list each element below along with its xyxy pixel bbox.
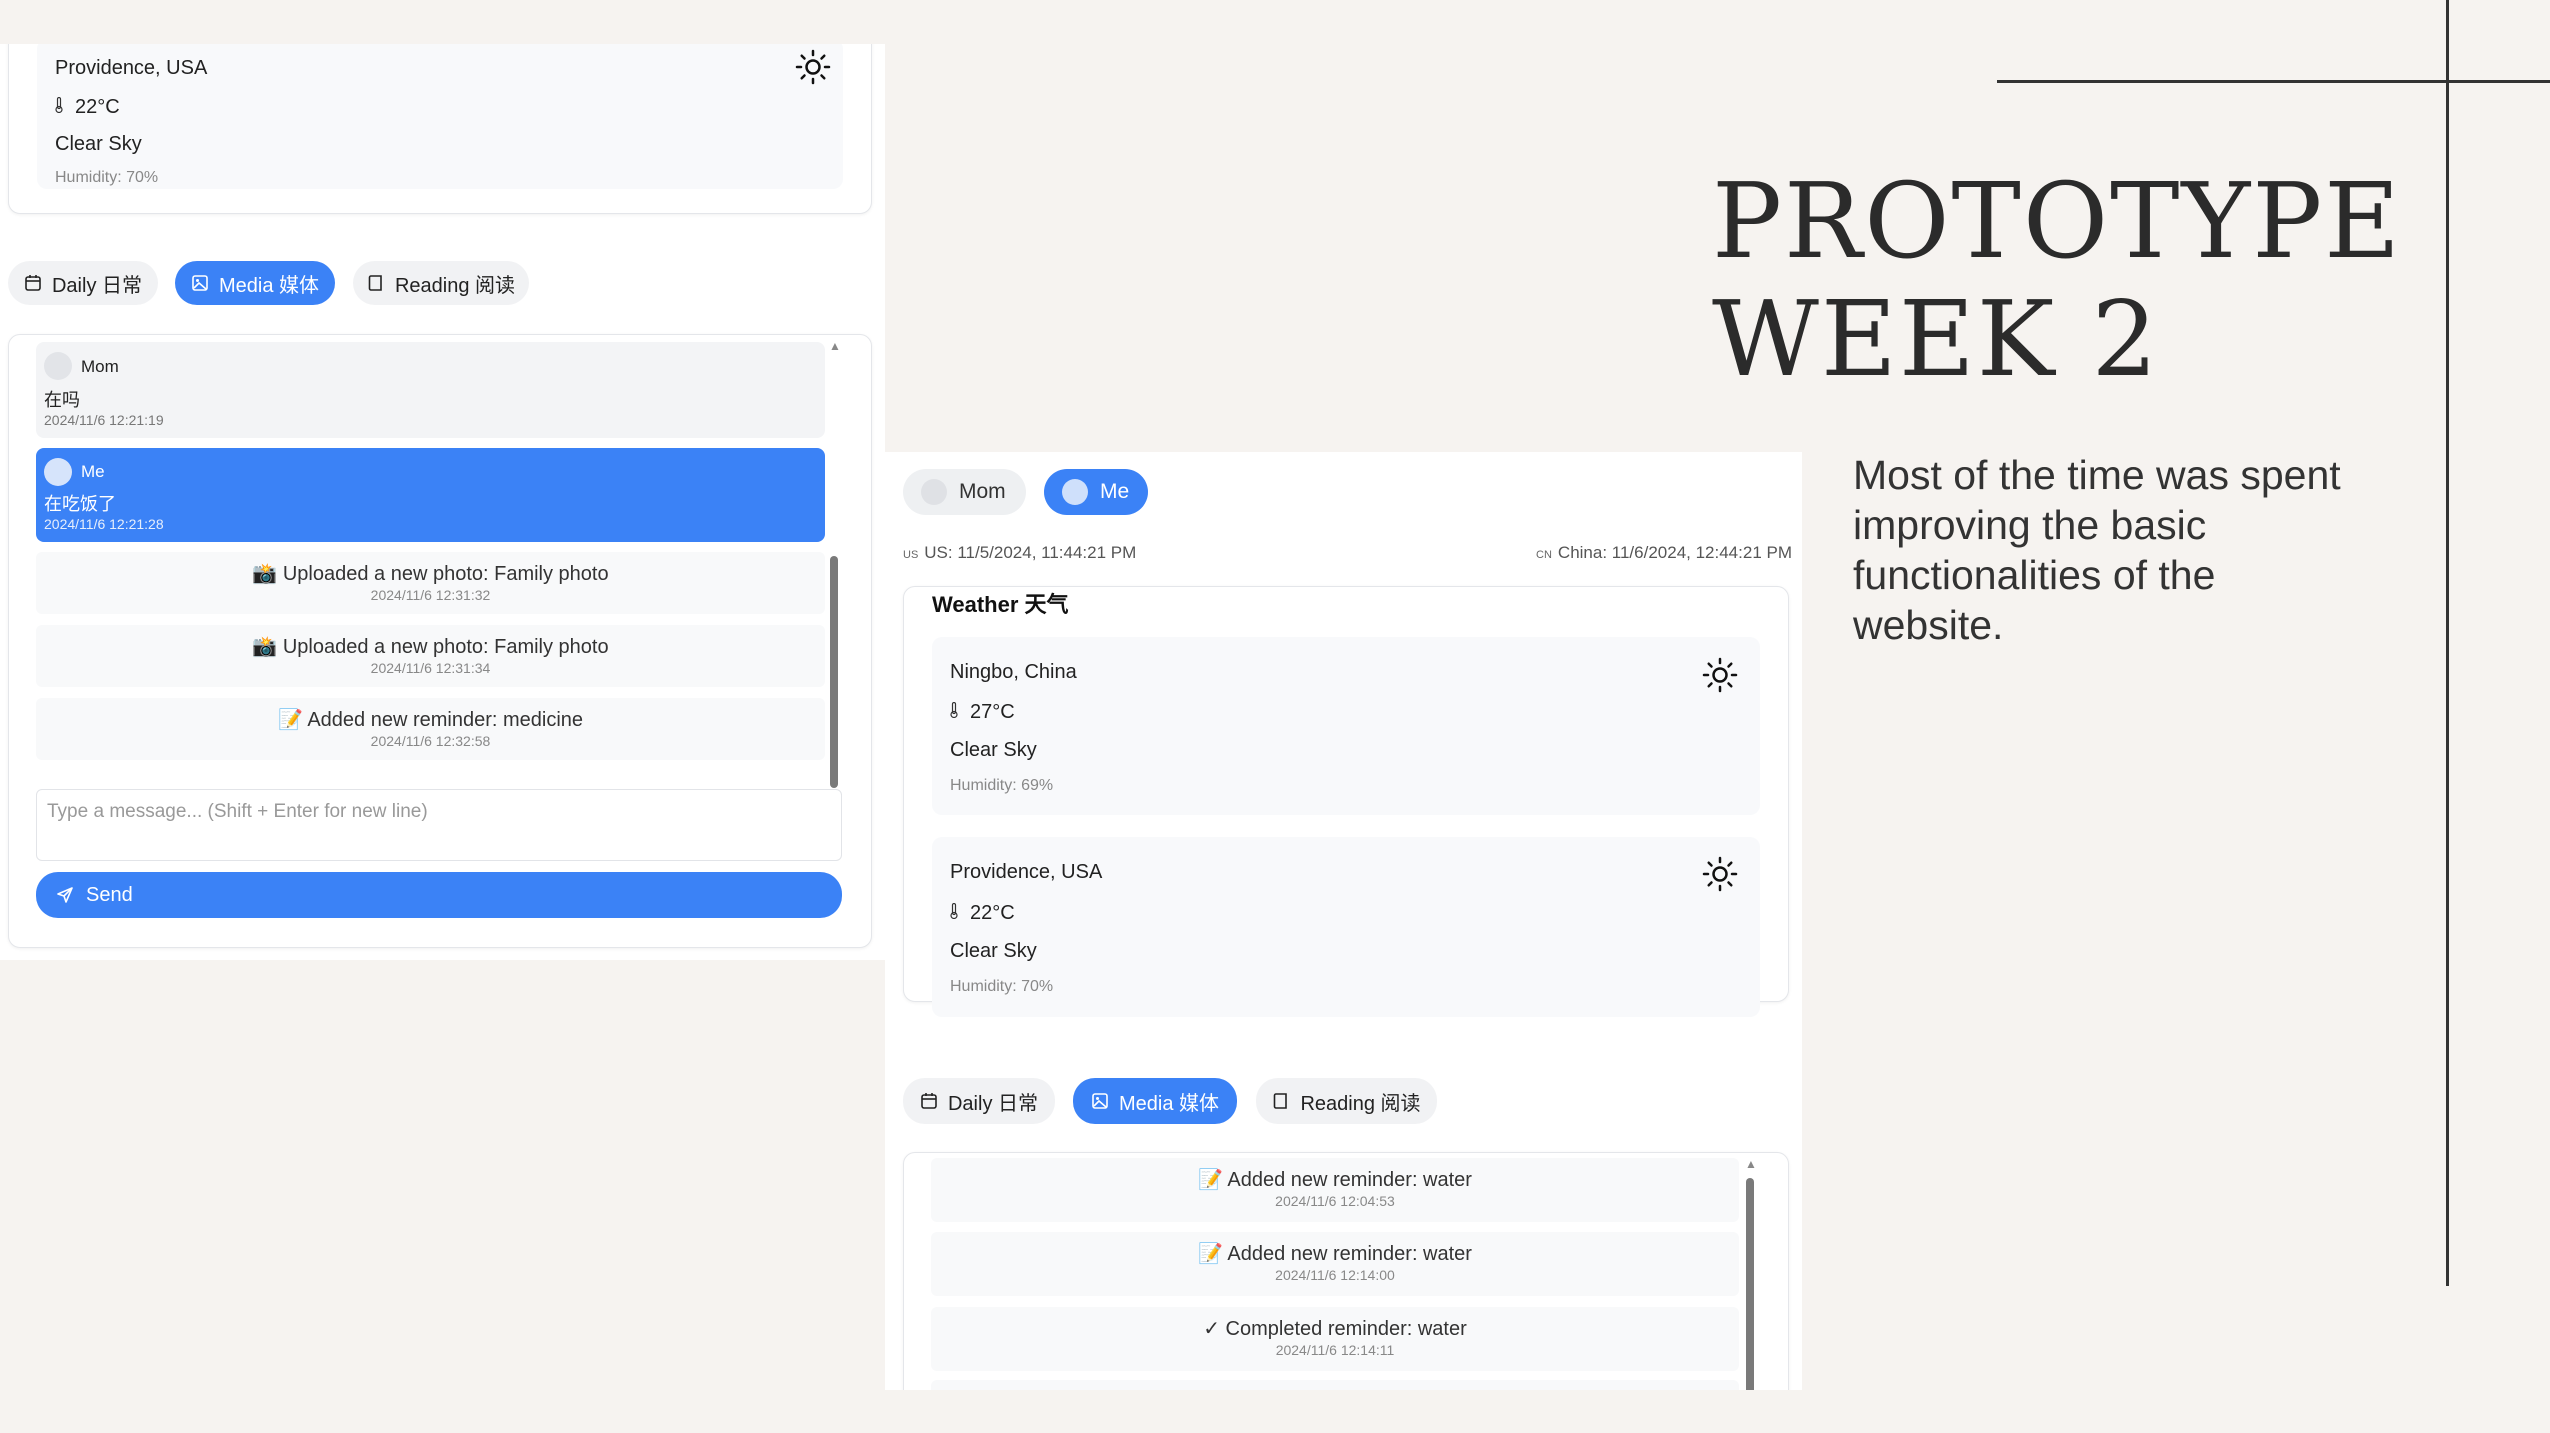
activity-time: 2024/11/6 12:31:32 bbox=[370, 587, 491, 603]
sun-icon bbox=[795, 49, 831, 85]
weather-condition: Clear Sky bbox=[950, 940, 1037, 962]
weather-condition: Clear Sky bbox=[950, 739, 1037, 761]
weather-temp: 22°C bbox=[55, 96, 120, 119]
activity-time: 2024/11/6 12:14:11 bbox=[1275, 1342, 1395, 1358]
weather-temp: 27°C bbox=[950, 701, 1015, 724]
tab-reading[interactable]: Reading 阅读 bbox=[1256, 1078, 1437, 1124]
weather-item: Providence, USA 22°C Clear Sky Humidity:… bbox=[37, 44, 843, 189]
calendar-icon bbox=[25, 275, 41, 291]
slide-body-text: Most of the time was spent improving the… bbox=[1853, 452, 2341, 648]
activity-scrollbar[interactable]: ▲ bbox=[1745, 1158, 1757, 1390]
activity-text: Uploaded a new photo: Family photo bbox=[282, 636, 609, 658]
activity-time: 2024/11/6 12:04:53 bbox=[1275, 1193, 1395, 1209]
thermometer-icon bbox=[55, 97, 63, 113]
memo-icon: 📝 bbox=[1198, 1243, 1223, 1265]
book-icon bbox=[368, 275, 382, 291]
avatar bbox=[1062, 479, 1088, 505]
scroll-thumb[interactable] bbox=[1746, 1178, 1754, 1390]
tab-media[interactable]: Media 媒体 bbox=[1073, 1078, 1237, 1124]
weather-item: Providence, USA 22°C Clear Sky Humidity:… bbox=[932, 837, 1760, 1017]
message-sender: Me bbox=[81, 462, 105, 481]
weather-title: Weather 天气 bbox=[932, 592, 1069, 617]
sun-icon bbox=[1702, 856, 1738, 892]
message-text: 在吗 bbox=[44, 390, 80, 410]
scroll-up-arrow[interactable]: ▲ bbox=[829, 340, 841, 352]
tab-media[interactable]: Media 媒体 bbox=[175, 261, 335, 305]
send-button[interactable]: Send bbox=[36, 872, 842, 918]
weather-city: Ningbo, China bbox=[950, 661, 1077, 683]
clock-us: US US: 11/5/2024, 11:44:21 PM bbox=[903, 543, 1137, 562]
check-icon: ✓ bbox=[1203, 1318, 1220, 1340]
message-input[interactable]: Type a message... (Shift + Enter for new… bbox=[36, 789, 842, 861]
weather-humidity: Humidity: 70% bbox=[950, 978, 1054, 995]
user-chip-mom[interactable]: Mom bbox=[903, 469, 1026, 515]
memo-icon: 📝 bbox=[1198, 1169, 1223, 1191]
tab-daily[interactable]: Daily 日常 bbox=[903, 1078, 1055, 1124]
thermometer-icon bbox=[950, 903, 958, 919]
message-time: 2024/11/6 12:21:28 bbox=[44, 516, 164, 532]
weather-city: Providence, USA bbox=[950, 861, 1103, 883]
send-icon bbox=[57, 887, 73, 903]
activity-time: 2024/11/6 12:31:34 bbox=[370, 660, 491, 676]
message-text: 在吃饭了 bbox=[44, 494, 116, 514]
activity-text: Added new reminder: medicine bbox=[307, 709, 584, 731]
decorative-vertical-line bbox=[2446, 0, 2449, 1286]
scroll-up-arrow[interactable]: ▲ bbox=[1745, 1158, 1757, 1170]
decorative-horizontal-line bbox=[1997, 80, 2550, 83]
message-input-placeholder: Type a message... (Shift + Enter for new… bbox=[47, 801, 428, 822]
activity-item: 📝 Added new reminder: water 2024/11/6 12… bbox=[931, 1158, 1739, 1222]
activity-item: 📝 Added new reminder: water 2024/11/6 12… bbox=[931, 1232, 1739, 1296]
avatar bbox=[44, 352, 72, 380]
activity-text: Uploaded a new photo: Family photo bbox=[282, 563, 609, 585]
activity-item: 📸 Uploaded a new photo: Family photo 202… bbox=[36, 552, 825, 614]
image-icon bbox=[192, 275, 208, 291]
left-screenshot: Providence, USA 22°C Clear Sky Humidity:… bbox=[0, 44, 885, 960]
tab-daily[interactable]: Daily 日常 bbox=[8, 261, 158, 305]
weather-temp: 22°C bbox=[950, 902, 1015, 925]
memo-icon: 📝 bbox=[277, 709, 303, 731]
weather-humidity: Humidity: 69% bbox=[950, 777, 1054, 794]
activity-time: 2024/11/6 12:32:58 bbox=[370, 733, 491, 749]
cn-flag-icon: CN bbox=[1536, 549, 1552, 561]
right-screenshot: Mom Me US US: 11/5/2024, 11:44:21 PM CN Ch… bbox=[885, 452, 1802, 1390]
weather-card: Providence, USA 22°C Clear Sky Humidity:… bbox=[8, 44, 872, 214]
avatar bbox=[44, 458, 72, 486]
camera-icon: 📸 bbox=[252, 563, 278, 585]
scroll-thumb[interactable] bbox=[830, 556, 838, 788]
camera-icon: 📸 bbox=[252, 636, 278, 658]
weather-humidity: Humidity: 70% bbox=[55, 169, 159, 186]
calendar-icon bbox=[921, 1093, 937, 1109]
activity-item: ✓ Completed reminder: water 2024/11/6 12… bbox=[931, 1307, 1739, 1371]
activity-text: Completed reminder: water bbox=[1225, 1318, 1467, 1340]
weather-card: Weather 天气 Ningbo, China 27°C Clear Sky … bbox=[903, 586, 1789, 1017]
slide-title-line2: WEEK 2 bbox=[1712, 278, 2160, 400]
weather-city: Providence, USA bbox=[55, 57, 208, 79]
activity-time: 2024/11/6 12:14:00 bbox=[1275, 1267, 1395, 1283]
message-bubble-self: Me 在吃饭了 2024/11/6 12:21:28 bbox=[36, 448, 825, 542]
thermometer-icon bbox=[950, 702, 958, 718]
message-time: 2024/11/6 12:21:19 bbox=[44, 412, 164, 428]
message-sender: Mom bbox=[81, 357, 119, 376]
activity-text: Added new reminder: water bbox=[1227, 1169, 1472, 1191]
us-flag-icon: US bbox=[903, 549, 919, 561]
image-icon bbox=[1092, 1093, 1108, 1109]
activity-item bbox=[931, 1380, 1739, 1390]
activity-item: 📸 Uploaded a new photo: Family photo 202… bbox=[36, 625, 825, 687]
book-icon bbox=[1274, 1093, 1288, 1109]
activity-item: 📝 Added new reminder: medicine 2024/11/6… bbox=[36, 698, 825, 760]
user-chip-me[interactable]: Me bbox=[1044, 469, 1148, 515]
sun-icon bbox=[1702, 657, 1738, 693]
slide-title: PROTOTYPE WEEK 2 bbox=[1712, 162, 2402, 398]
chat-scrollbar[interactable]: ▲ ▼ bbox=[829, 340, 841, 802]
weather-condition: Clear Sky bbox=[55, 133, 142, 155]
clock-china: CN China: 11/6/2024, 12:44:21 PM bbox=[1536, 543, 1792, 562]
slide-title-line1: PROTOTYPE bbox=[1712, 160, 2403, 282]
weather-item: Ningbo, China 27°C Clear Sky Humidity: 6… bbox=[932, 637, 1760, 815]
message-bubble: Mom 在吗 2024/11/6 12:21:19 bbox=[36, 342, 825, 438]
activity-text: Added new reminder: water bbox=[1227, 1243, 1472, 1265]
avatar bbox=[921, 479, 947, 505]
tab-reading[interactable]: Reading 阅读 bbox=[353, 261, 529, 305]
